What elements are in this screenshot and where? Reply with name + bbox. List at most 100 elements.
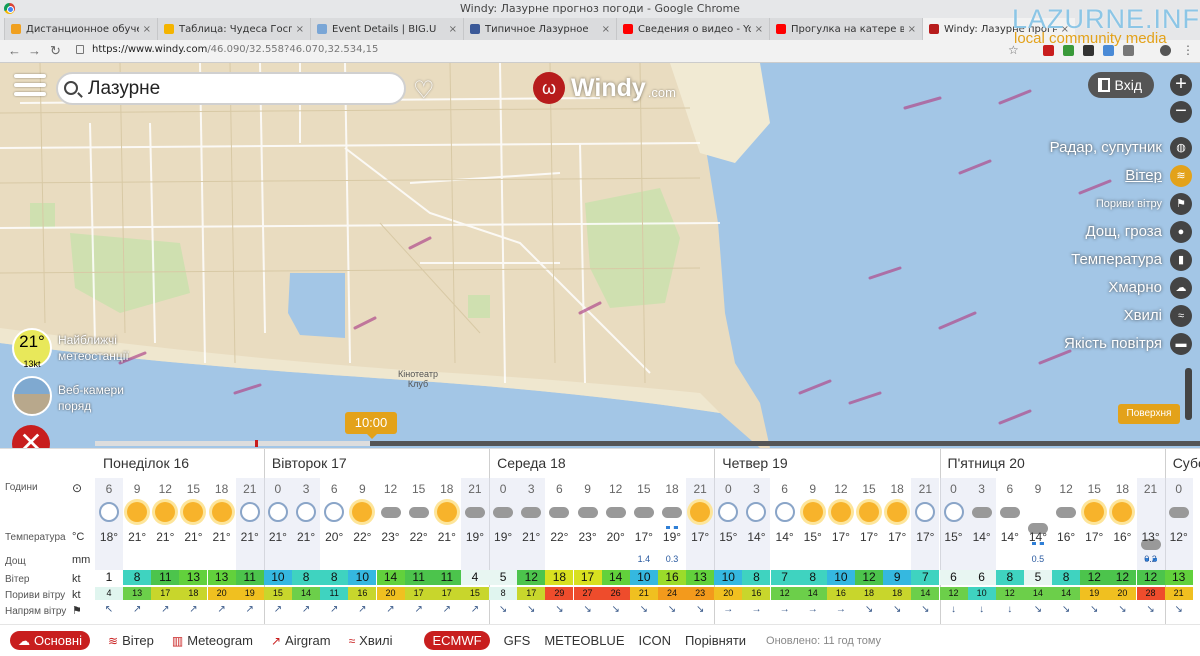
sun-icon — [690, 502, 711, 522]
wind-label: Вітер — [5, 574, 30, 585]
thermometer-icon[interactable]: ▮ — [1170, 249, 1192, 271]
wind-icon[interactable]: ≋ — [1170, 165, 1192, 187]
model-option[interactable]: ECMWF — [424, 631, 490, 650]
gust-cell: 17 — [404, 587, 433, 600]
timeline-progress — [95, 441, 370, 446]
cloud-icon[interactable]: ☁ — [1170, 277, 1192, 299]
browser-tab[interactable]: Дистанционное обучение с × — [4, 18, 157, 40]
cloud-icon — [408, 507, 429, 518]
car-icon[interactable]: ▬ — [1170, 333, 1192, 355]
day-header[interactable]: Понеділок 16 — [103, 455, 189, 471]
overlay-item[interactable]: Радар, супутник — [1050, 139, 1162, 156]
nearest-station-badge[interactable]: 21° 13kt — [12, 328, 52, 369]
browser-tab[interactable]: Сведения о видео - YouTube × — [616, 18, 769, 40]
hour-cell: 12 — [1059, 482, 1073, 496]
search-icon — [64, 81, 78, 95]
rain-unit: mm — [72, 554, 91, 566]
overlay-item[interactable]: Дощ, гроза — [1085, 223, 1162, 240]
footer-tab[interactable]: ☁ Основні — [10, 631, 90, 650]
day-header[interactable]: П'ятниця 20 — [948, 455, 1025, 471]
footer-tab[interactable]: ▥ Meteogram — [172, 631, 253, 650]
gust-cell: 18 — [179, 587, 208, 600]
model-option[interactable]: Порівняти — [685, 633, 746, 648]
drop-icon[interactable]: ● — [1170, 221, 1192, 243]
rain-cloud-icon — [662, 507, 682, 529]
overlay-item[interactable]: Якість повітря — [1064, 335, 1162, 352]
browser-tab[interactable]: Прогулка на катере вдоль × — [769, 18, 922, 40]
temp-unit: °C — [72, 531, 85, 543]
overlay-scrollbar[interactable] — [1185, 368, 1192, 420]
wind-unit: kt — [72, 573, 81, 585]
overlay-item[interactable]: Хвилі — [1124, 307, 1162, 324]
wind-direction-icon: → — [723, 604, 734, 615]
gust-cell: 14 — [1052, 587, 1081, 600]
gust-cell: 14 — [1023, 587, 1052, 600]
browser-tab[interactable]: Таблица: Чудеса Господа на × — [157, 18, 310, 40]
temp-cell: 21° — [128, 530, 147, 544]
wind-cell: 8 — [1052, 570, 1081, 585]
wind-cell: 8 — [742, 570, 771, 585]
time-indicator[interactable]: 10:00 — [345, 412, 397, 439]
sun-icon — [352, 502, 373, 522]
footer-tab[interactable]: ↗ Airgram — [271, 631, 331, 650]
model-option[interactable]: METEOBLUE — [544, 633, 624, 648]
webcams-link[interactable]: Веб-камери поряд — [58, 382, 124, 414]
menu-icon[interactable] — [14, 74, 46, 100]
flag-icon[interactable]: ⚑ — [1170, 193, 1192, 215]
cloud-icon — [605, 507, 626, 518]
forward-icon[interactable]: → — [28, 43, 41, 58]
login-button[interactable]: Вхід — [1088, 72, 1154, 98]
temp-cell: 21° — [522, 530, 541, 544]
overlay-item[interactable]: Хмарно — [1108, 279, 1162, 296]
tab-close-icon[interactable]: × — [755, 24, 763, 35]
tab-close-icon[interactable]: × — [908, 24, 916, 35]
wind-cell: 12 — [1108, 570, 1137, 585]
reload-icon[interactable]: ↻ — [50, 43, 61, 59]
layer-level-badge[interactable]: Поверхня — [1118, 404, 1180, 424]
sun-icon — [1084, 502, 1105, 522]
overlay-item[interactable]: Температура — [1071, 251, 1162, 268]
wind-cell: 11 — [432, 570, 461, 585]
windy-logo[interactable]: ω Windy .com — [533, 71, 676, 105]
gust-cell: 20 — [714, 587, 743, 600]
favorite-heart-icon[interactable]: ♡ — [413, 76, 435, 105]
hour-cell: 3 — [978, 482, 985, 496]
timeline-bar[interactable] — [95, 440, 1200, 447]
model-option[interactable]: ICON — [639, 633, 672, 648]
menu-dots-icon[interactable]: ⋮ — [1182, 43, 1194, 57]
day-header[interactable]: Четвер 19 — [722, 455, 787, 471]
wind-cell: 10 — [826, 570, 855, 585]
tab-close-icon[interactable]: × — [602, 24, 610, 35]
temp-label: Температура — [5, 532, 66, 543]
webcam-thumbnail[interactable] — [12, 376, 52, 416]
footer-tab[interactable]: ≋ Вітер — [108, 631, 154, 650]
hour-cell: 6 — [330, 482, 338, 496]
nearest-stations-link[interactable]: Найближчі метеостанції — [58, 332, 129, 364]
wind-direction-icon: → — [835, 604, 846, 615]
tab-close-icon[interactable]: × — [296, 24, 304, 35]
zoom-in-button[interactable]: + — [1170, 74, 1192, 96]
moon-icon — [943, 502, 964, 522]
waves-icon[interactable]: ≈ — [1170, 305, 1192, 327]
globe-icon[interactable]: ◍ — [1170, 137, 1192, 159]
back-icon[interactable]: ← — [8, 43, 21, 58]
map[interactable]: Кінотеатр Клуб — [0, 63, 1200, 448]
day-header[interactable]: Середа 18 — [497, 455, 566, 471]
url-field[interactable]: https://www.windy.com/46.090/32.558?46.0… — [92, 44, 378, 55]
overlay-item[interactable]: Пориви вітру — [1096, 198, 1162, 210]
tab-close-icon[interactable]: × — [143, 24, 151, 35]
tab-favicon-icon — [11, 24, 21, 34]
browser-tab[interactable]: Типичное Лазурное × — [463, 18, 616, 40]
model-option[interactable]: GFS — [504, 633, 531, 648]
browser-tab[interactable]: Event Details | BIG.U × — [310, 18, 463, 40]
day-header[interactable]: Субо — [1173, 455, 1200, 471]
tab-title: Типичное Лазурное — [485, 23, 589, 35]
zoom-out-button[interactable]: − — [1170, 101, 1192, 123]
temp-cell: 16° — [1113, 530, 1132, 544]
footer-tab[interactable]: ≈ Хвилі — [349, 631, 393, 650]
search-input[interactable]: Лазурне — [56, 72, 406, 105]
sun-icon — [1112, 502, 1133, 522]
overlay-item[interactable]: Вітер — [1125, 167, 1162, 184]
day-header[interactable]: Вівторок 17 — [272, 455, 347, 471]
tab-close-icon[interactable]: × — [449, 24, 457, 35]
